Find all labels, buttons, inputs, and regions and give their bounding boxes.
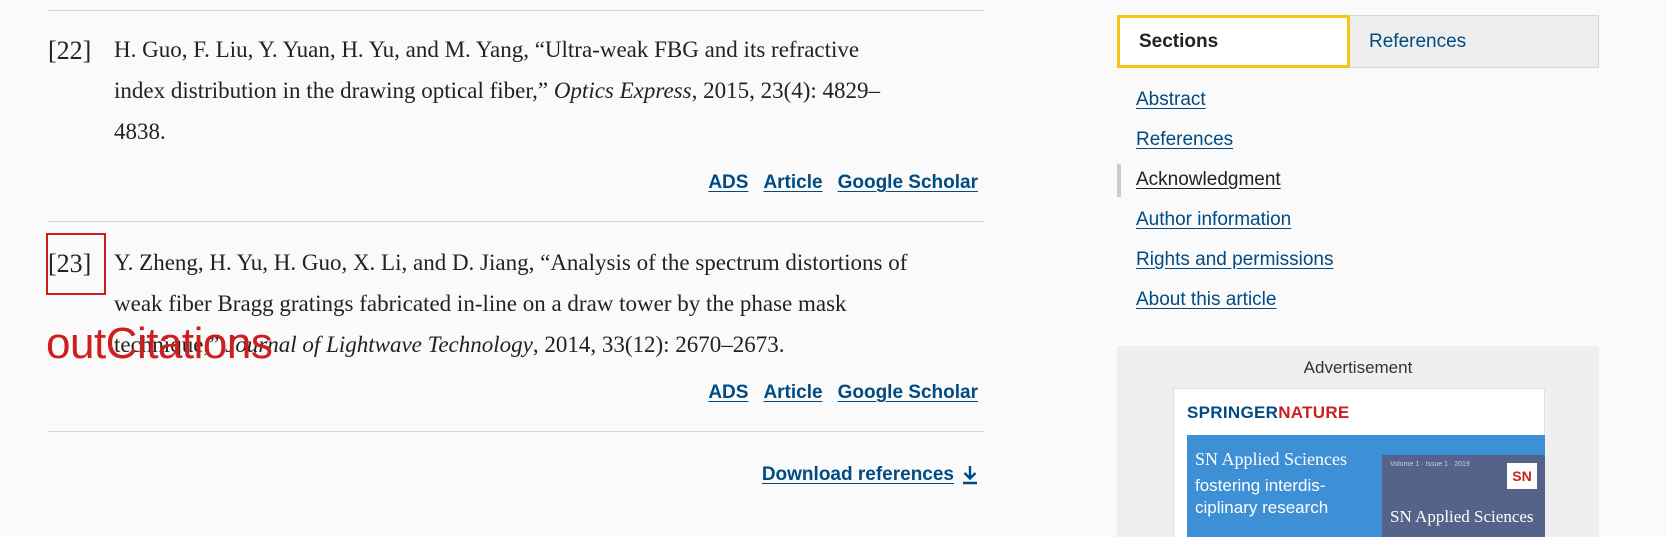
- citation-line: H. Guo, F. Liu, Y. Yuan, H. Yu, and M. Y…: [114, 37, 860, 62]
- nav-link-abstract[interactable]: Abstract: [1136, 89, 1206, 111]
- ad-tagline: fostering interdis-ciplinary research: [1195, 476, 1329, 517]
- logo-text: SPRINGER: [1187, 403, 1279, 422]
- reference-links: ADS Article Google Scholar: [708, 382, 978, 404]
- divider: [48, 431, 984, 432]
- google-scholar-link[interactable]: Google Scholar: [838, 172, 978, 194]
- citation-line: weak fiber Bragg gratings fabricated in-…: [114, 291, 847, 316]
- cover-small-text: Volume 1 · Issue 1 · 2019: [1390, 461, 1470, 468]
- section-nav: Abstract References Acknowledgment Autho…: [1117, 80, 1599, 320]
- citation-line: Y. Zheng, H. Yu, H. Guo, X. Li, and D. J…: [114, 250, 908, 275]
- article-link[interactable]: Article: [763, 382, 822, 404]
- citation-text: , 2015, 23(4): 4829–: [691, 78, 881, 103]
- google-scholar-link[interactable]: Google Scholar: [838, 382, 978, 404]
- springer-nature-logo: SPRINGERNATURE: [1187, 403, 1350, 423]
- journal-cover: Volume 1 · Issue 1 · 2019 SN SN Applied …: [1382, 455, 1545, 537]
- ad-banner[interactable]: SPRINGERNATURE SN Applied Sciences foste…: [1173, 388, 1545, 537]
- nav-link-rights-and-permissions[interactable]: Rights and permissions: [1136, 249, 1333, 271]
- divider: [48, 221, 984, 222]
- logo-text: NATURE: [1278, 403, 1350, 422]
- overlay-label: outCitations: [46, 319, 273, 368]
- sn-badge-icon: SN: [1507, 463, 1537, 489]
- highlight-box: [46, 233, 106, 295]
- reference-number: [22]: [48, 36, 92, 65]
- citation-line: index distribution in the drawing optica…: [114, 70, 984, 111]
- citation-text: index distribution in the drawing optica…: [114, 78, 554, 103]
- journal-name: Optics Express: [553, 78, 692, 103]
- nav-link-about-this-article[interactable]: About this article: [1136, 289, 1276, 311]
- nav-item-references: References: [1117, 120, 1599, 160]
- nav-link-references[interactable]: References: [1136, 129, 1233, 151]
- citation-line: 4838.: [114, 119, 166, 144]
- cover-title: SN Applied Sciences: [1390, 507, 1534, 526]
- nav-item-acknowledgment: Acknowledgment: [1117, 160, 1599, 200]
- article-link[interactable]: Article: [763, 172, 822, 194]
- nav-link-acknowledgment[interactable]: Acknowledgment: [1136, 169, 1281, 191]
- ads-link[interactable]: ADS: [708, 172, 748, 194]
- ads-link[interactable]: ADS: [708, 382, 748, 404]
- download-icon: [963, 466, 977, 485]
- nav-item-rights-and-permissions: Rights and permissions: [1117, 240, 1599, 280]
- citation-text: , 2014, 33(12): 2670–2673.: [532, 332, 785, 357]
- download-references[interactable]: Download references: [762, 464, 978, 486]
- tab-sections[interactable]: Sections: [1117, 15, 1350, 68]
- download-references-link[interactable]: Download references: [762, 464, 954, 486]
- ad-headline: SN Applied Sciences: [1195, 449, 1347, 469]
- divider: [48, 10, 984, 11]
- nav-item-abstract: Abstract: [1117, 80, 1599, 120]
- reference-citation: H. Guo, F. Liu, Y. Yuan, H. Yu, and M. Y…: [114, 29, 984, 152]
- advertisement-label: Advertisement: [1303, 358, 1413, 377]
- nav-link-author-information[interactable]: Author information: [1136, 209, 1291, 231]
- tab-references[interactable]: References: [1350, 16, 1466, 67]
- reference-links: ADS Article Google Scholar: [708, 172, 978, 194]
- ad-promo-panel: SN Applied Sciences fostering interdis-c…: [1187, 435, 1545, 537]
- sidebar-tabs: Sections References: [1117, 15, 1599, 68]
- advertisement: Advertisement SPRINGERNATURE SN Applied …: [1117, 346, 1599, 537]
- nav-item-author-information: Author information: [1117, 200, 1599, 240]
- nav-item-about-this-article: About this article: [1117, 280, 1599, 320]
